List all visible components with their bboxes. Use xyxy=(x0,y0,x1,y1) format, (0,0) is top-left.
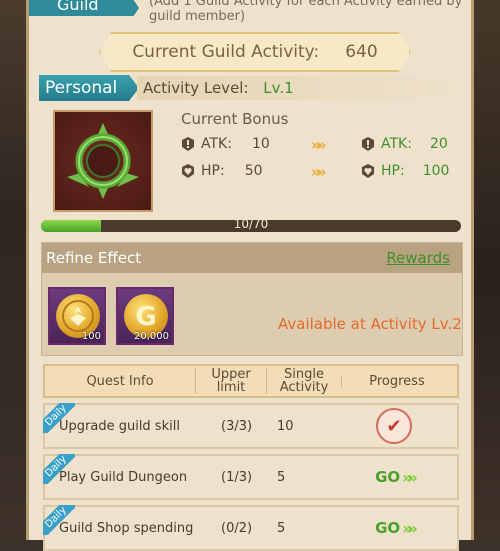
current-hp-label: HP: xyxy=(201,163,225,179)
current-hp-value: 50 xyxy=(244,163,263,179)
activity-progress-text: 10/70 xyxy=(233,217,269,231)
current-atk-stat: ATK: 10 xyxy=(181,136,270,152)
current-guild-activity-banner: Current Guild Activity: 640 xyxy=(99,32,411,72)
current-bonus-title: Current Bonus xyxy=(181,110,289,128)
quest-single-activity: 5 xyxy=(277,469,286,485)
daily-tag: Daily xyxy=(43,403,75,433)
current-guild-activity-label: Current Guild Activity: xyxy=(132,42,320,62)
header-upper-limit: Upper limit xyxy=(195,368,266,394)
reward-item-guild-coin[interactable]: 100 xyxy=(48,287,106,345)
next-hp-label: HP: xyxy=(381,163,405,179)
quest-single-activity: 5 xyxy=(277,520,286,536)
current-guild-activity-value: 640 xyxy=(345,42,378,62)
header-quest-info: Quest Info xyxy=(86,373,154,389)
personal-tab[interactable]: Personal xyxy=(39,75,139,101)
hp-icon xyxy=(182,164,194,178)
quest-limit: (3/3) xyxy=(221,418,253,434)
refine-effect-box: Refine Effect Rewards 100 G 20,000 Avail… xyxy=(41,242,463,356)
quest-limit: (0/2) xyxy=(221,520,253,536)
quest-row: Daily Guild Shop spending (0/2) 5 GO»» xyxy=(43,505,459,551)
header-progress: Progress xyxy=(341,374,452,388)
background-left xyxy=(0,0,26,540)
quest-limit: (1/3) xyxy=(221,469,253,485)
activity-level-bar: Activity Level: Lv.1 xyxy=(137,76,463,100)
hp-upgrade-arrow-icon: »» xyxy=(311,163,327,181)
current-hp-stat: HP: 50 xyxy=(181,163,263,179)
current-atk-value: 10 xyxy=(251,136,270,152)
quest-table: Quest Info Upper limit Single Activity P… xyxy=(43,364,459,551)
available-level-text: Available at Activity Lv.2 xyxy=(278,315,462,333)
guild-activity-panel: Guild (Add 1 Guild Activity for each Act… xyxy=(26,0,474,551)
activity-level-label: Activity Level: xyxy=(143,79,249,97)
hp-icon xyxy=(362,164,374,178)
chevron-right-icon: »» xyxy=(402,518,418,538)
quest-row: Daily Upgrade guild skill (3/3) 10 ✔ xyxy=(43,403,459,449)
green-ring-emblem-icon xyxy=(67,123,139,199)
next-atk-stat: ATK: 20 xyxy=(361,136,448,152)
quest-row: Daily Play Guild Dungeon (1/3) 5 GO»» xyxy=(43,454,459,500)
quest-single-activity: 10 xyxy=(277,418,294,434)
current-atk-label: ATK: xyxy=(201,136,232,152)
go-button[interactable]: GO»» xyxy=(375,467,418,487)
atk-icon xyxy=(182,137,194,151)
atk-upgrade-arrow-icon: »» xyxy=(311,136,327,154)
daily-tag: Daily xyxy=(43,505,75,535)
completed-check-icon: ✔ xyxy=(376,408,412,444)
next-hp-stat: HP: 100 xyxy=(361,163,449,179)
guild-tab[interactable]: Guild xyxy=(29,0,139,16)
guild-emblem xyxy=(53,110,153,212)
quest-table-header: Quest Info Upper limit Single Activity P… xyxy=(43,364,459,398)
next-atk-label: ATK: xyxy=(381,136,412,152)
reward-item-gold-coin[interactable]: G 20,000 xyxy=(116,287,174,345)
background-right xyxy=(474,0,500,540)
activity-level-value: Lv.1 xyxy=(263,79,294,97)
go-button[interactable]: GO»» xyxy=(375,518,418,538)
next-hp-value: 100 xyxy=(422,163,450,179)
refine-effect-title: Refine Effect xyxy=(46,249,142,267)
reward-item-quantity: 20,000 xyxy=(134,331,169,342)
atk-icon xyxy=(362,137,374,151)
guild-activity-note: (Add 1 Guild Activity for each Activity … xyxy=(149,0,463,24)
chevron-right-icon: »» xyxy=(402,467,418,487)
svg-text:G: G xyxy=(135,302,156,332)
daily-tag: Daily xyxy=(43,454,75,484)
next-atk-value: 20 xyxy=(429,136,448,152)
reward-item-quantity: 100 xyxy=(81,331,101,342)
rewards-link[interactable]: Rewards xyxy=(386,249,450,267)
header-single-activity: Single Activity xyxy=(266,368,341,394)
